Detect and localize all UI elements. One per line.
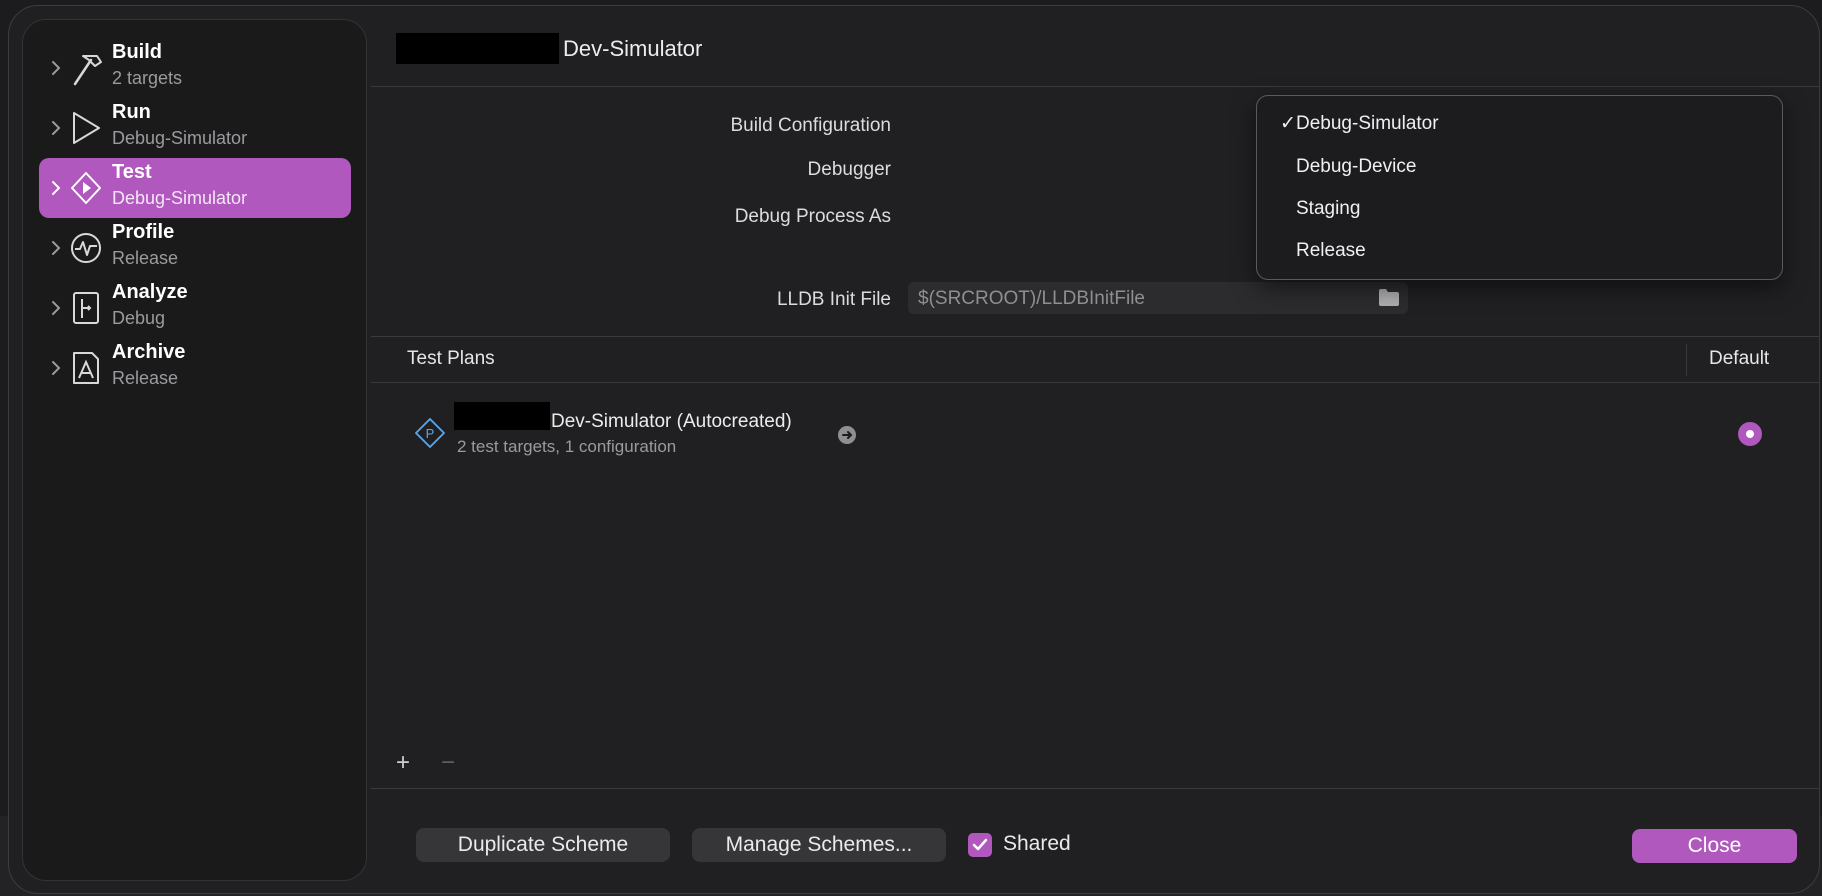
menu-item-label: Staging	[1296, 198, 1361, 219]
test-plans-header: Test Plans	[407, 348, 495, 369]
debugger-label: Debugger	[807, 159, 891, 180]
test-plan-details: 2 test targets, 1 configuration	[457, 437, 677, 456]
scheme-actions-sidebar: Build 2 targets Run Debug-Simulator Test…	[22, 19, 367, 881]
checkmark-icon: ✓	[1280, 113, 1296, 134]
sidebar-item-subtitle: Debug-Simulator	[112, 188, 248, 208]
test-plan-icon-letter: P	[426, 426, 435, 441]
checkmark-icon	[972, 838, 988, 851]
default-column-header: Default	[1709, 348, 1770, 369]
close-button[interactable]: Close	[1632, 829, 1797, 863]
instruments-gauge-icon	[71, 233, 101, 263]
sidebar-item-subtitle: Release	[112, 368, 179, 388]
sidebar-item-title: Run	[112, 101, 151, 123]
radio-dot	[1746, 430, 1754, 438]
section-divider	[371, 336, 1819, 337]
lldb-init-file-field[interactable]: $(SRCROOT)/LLDBInitFile	[908, 282, 1408, 314]
chevron-right-icon[interactable]	[49, 179, 63, 197]
shared-label: Shared	[1003, 832, 1071, 855]
menu-item-label: Debug-Device	[1296, 156, 1417, 177]
scheme-editor-sheet: Build 2 targets Run Debug-Simulator Test…	[8, 5, 1820, 894]
sidebar-item-subtitle: 2 targets	[112, 68, 183, 88]
duplicate-scheme-button[interactable]: Duplicate Scheme	[416, 828, 670, 862]
sidebar-item-subtitle: Release	[112, 248, 179, 268]
chevron-right-icon[interactable]	[49, 359, 63, 377]
table-header-divider	[371, 382, 1819, 383]
sidebar-item-subtitle: Debug-Simulator	[112, 128, 248, 148]
menu-item-label: Debug-Simulator	[1296, 113, 1439, 134]
test-diamond-icon	[71, 172, 101, 204]
scheme-title: Dev-Simulator	[563, 36, 703, 61]
folder-icon[interactable]	[1378, 288, 1400, 307]
menu-item-release[interactable]: Release	[1265, 232, 1774, 268]
sidebar-item-profile[interactable]: Profile Release	[39, 218, 351, 278]
lldb-init-file-label: LLDB Init File	[776, 289, 891, 310]
sidebar-item-title: Profile	[112, 221, 175, 243]
sidebar-item-title: Archive	[112, 341, 186, 363]
test-plan-icon: P	[415, 418, 445, 448]
default-radio-button[interactable]	[1738, 422, 1762, 446]
footer-divider	[371, 788, 1819, 789]
menu-item-debug-device[interactable]: Debug-Device	[1265, 148, 1774, 184]
arrow-right-icon	[842, 431, 853, 439]
sidebar-item-title: Build	[112, 41, 162, 63]
chevron-right-icon[interactable]	[49, 119, 63, 137]
sidebar-item-title: Analyze	[112, 281, 188, 303]
sidebar-item-run[interactable]: Run Debug-Simulator	[39, 98, 351, 158]
remove-test-plan-button[interactable]: −	[441, 749, 455, 777]
test-plan-name: Dev-Simulator (Autocreated)	[551, 411, 792, 432]
chevron-right-icon[interactable]	[49, 239, 63, 257]
build-configuration-dropdown-menu: ✓ Debug-Simulator Debug-Device Staging R…	[1256, 95, 1783, 280]
redacted-block	[396, 33, 559, 64]
build-configuration-label: Build Configuration	[730, 115, 891, 136]
sidebar-item-analyze[interactable]: Analyze Debug	[39, 278, 351, 338]
chevron-right-icon[interactable]	[49, 299, 63, 317]
sidebar-item-archive[interactable]: Archive Release	[39, 338, 351, 398]
redacted-block	[454, 402, 550, 430]
archive-app-icon	[73, 352, 99, 384]
lldb-init-file-value: $(SRCROOT)/LLDBInitFile	[918, 288, 1145, 309]
chevron-right-icon[interactable]	[49, 59, 63, 77]
add-test-plan-button[interactable]: +	[396, 749, 410, 777]
analyze-branch-icon	[73, 292, 99, 324]
hammer-icon	[73, 55, 102, 86]
menu-item-label: Release	[1296, 240, 1366, 261]
sidebar-item-subtitle: Debug	[112, 308, 166, 328]
sidebar-item-test[interactable]: Test Debug-Simulator	[39, 158, 351, 218]
menu-item-staging[interactable]: Staging	[1265, 190, 1774, 226]
debug-process-label: Debug Process As	[734, 206, 891, 227]
shared-checkbox[interactable]	[968, 833, 992, 857]
main-panel: Dev-Simulator Build Configuration Debugg…	[371, 6, 1819, 893]
go-to-plan-button[interactable]	[838, 426, 856, 444]
menu-item-debug-simulator[interactable]: ✓ Debug-Simulator	[1265, 105, 1774, 141]
sidebar-item-build[interactable]: Build 2 targets	[39, 38, 351, 98]
column-separator	[1686, 344, 1687, 376]
sidebar-item-title: Test	[112, 161, 152, 183]
manage-schemes-button[interactable]: Manage Schemes...	[692, 828, 946, 862]
header-divider	[371, 86, 1819, 87]
play-icon	[73, 112, 100, 144]
